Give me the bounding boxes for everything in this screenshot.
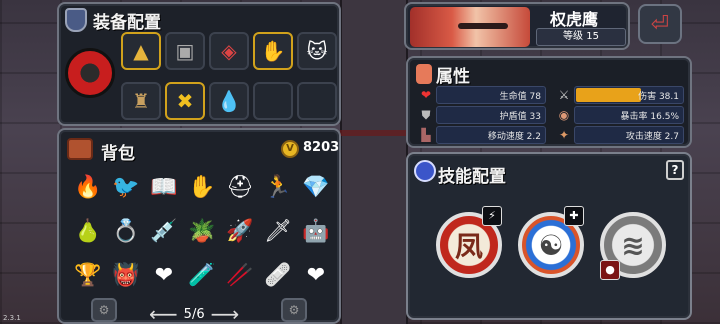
backpack-item[interactable]: 🏃 [261, 170, 295, 204]
backpack-item[interactable]: ❤ [299, 258, 333, 292]
armor-icon [65, 8, 87, 32]
character-figure-icon: ♜ [132, 89, 150, 113]
next-page-arrow-icon[interactable]: ⟶ [211, 302, 240, 324]
exit-button[interactable]: ⏎ [638, 4, 682, 44]
page-indicator: 5/6 [183, 306, 205, 322]
red-gauntlet-icon[interactable] [65, 48, 115, 98]
background-wall [340, 0, 408, 324]
backpack-item[interactable]: 🧪 [185, 258, 219, 292]
backpack-title: 背包 [101, 144, 135, 164]
backpack-item[interactable]: 💍 [109, 214, 143, 248]
backpack-item[interactable]: 🗡 [261, 214, 295, 248]
skill-lightning-icon [414, 160, 436, 182]
equip-slot-2[interactable]: ▣ [165, 32, 205, 70]
boot-icon: ▙ [421, 128, 431, 142]
character-name: 权虎鹰 [550, 10, 599, 29]
stat-crit: ◉ 暴击率 16.5% [559, 106, 684, 124]
backpack-item[interactable]: 🪴 [185, 214, 219, 248]
backpack-item[interactable]: 🥢 [223, 258, 257, 292]
attributes-panel: 属性 ❤ 生命值 78 ⚔ 伤害 38.1 ⛊ 护盾值 33 ◉ 暴击率 16.… [406, 56, 692, 148]
skill-tag-3: ● [600, 260, 620, 280]
body-icon [416, 64, 432, 84]
equipment-panel: 装备配置 ▲ ▣ ◈ ✋ 🐱 ♜ ✖ 💧 [57, 2, 341, 126]
pyramid-icon: ▲ [133, 39, 149, 63]
backpack-item[interactable]: 💎 [299, 170, 333, 204]
backpack-item[interactable]: 💉 [147, 214, 181, 248]
equip-slot-10[interactable] [297, 82, 337, 120]
backpack-item[interactable]: 🔥 [71, 170, 105, 204]
help-button[interactable]: ? [666, 160, 684, 180]
equip-slot-8[interactable]: 💧 [209, 82, 249, 120]
skills-panel: 技能配置 ? 凤 ⚡ ☯ ✚ ≋ ● [406, 152, 692, 320]
stat-attack-speed: ✦ 攻击速度 2.7 [559, 126, 684, 144]
background-blood [340, 130, 410, 136]
version-label: 2.3.1 [3, 314, 21, 322]
heart-icon: ❤ [420, 88, 432, 102]
backpack-item[interactable]: 🩹 [261, 258, 295, 292]
attributes-title: 属性 [436, 67, 470, 87]
equip-slot-7[interactable]: ✖ [165, 82, 205, 120]
character-level: 等级 15 [536, 28, 626, 46]
equip-slot-5[interactable]: 🐱 [297, 32, 337, 70]
backpack-item[interactable]: 🚀 [223, 214, 257, 248]
equipment-title: 装备配置 [93, 13, 161, 33]
skill-tag-2: ✚ [564, 206, 584, 226]
lucky-cat-icon: 🐱 [306, 39, 328, 63]
golden-claw-icon: ✋ [260, 39, 286, 63]
stat-move-speed: ▙ 移动速度 2.2 [421, 126, 546, 144]
backpack-icon [67, 138, 93, 160]
character-portrait [410, 7, 530, 47]
character-header: 权虎鹰 等级 15 [404, 2, 630, 50]
crit-eye-icon: ◉ [558, 108, 570, 122]
coin-count: 8203 [303, 140, 340, 155]
backpack-item[interactable]: 🤖 [299, 214, 333, 248]
damage-bar [576, 88, 641, 102]
backpack-item[interactable]: 🏆 [71, 258, 105, 292]
equip-slot-6[interactable]: ♜ [121, 82, 161, 120]
backpack-item[interactable]: ✋ [185, 170, 219, 204]
skills-title: 技能配置 [438, 167, 506, 187]
backpack-item[interactable]: 📖 [147, 170, 181, 204]
machine-icon: ◈ [221, 39, 237, 63]
stat-shield: ⛊ 护盾值 33 [421, 106, 546, 124]
exit-icon: ⏎ [650, 11, 670, 37]
cassette-icon: ▣ [175, 39, 195, 63]
oil-drop-icon: 💧 [216, 89, 242, 113]
coin-icon: V [281, 140, 299, 158]
equip-slot-9[interactable] [253, 82, 293, 120]
backpack-left-button[interactable]: ⚙ [91, 298, 117, 322]
stat-damage: ⚔ 伤害 38.1 [559, 86, 684, 104]
equip-slot-1[interactable]: ▲ [121, 32, 161, 70]
skill-tag-1: ⚡ [482, 206, 502, 226]
backpack-panel: 背包 V 8203 🔥 🐦 📖 ✋ ⛑ 🏃 💎 🍐 💍 💉 🪴 🚀 🗡 🤖 🏆 … [57, 128, 341, 324]
equip-slot-4[interactable]: ✋ [253, 32, 293, 70]
backpack-right-button[interactable]: ⚙ [281, 298, 307, 322]
backpack-item[interactable]: 🐦 [109, 170, 143, 204]
backpack-item[interactable]: ❤ [147, 258, 181, 292]
stat-hp: ❤ 生命值 78 [421, 86, 546, 104]
equip-slot-3[interactable]: ◈ [209, 32, 249, 70]
prev-page-arrow-icon[interactable]: ⟵ [149, 302, 178, 324]
sword-icon: ⚔ [558, 88, 570, 102]
page-navigator: ⟵ 5/6 ⟶ [149, 302, 239, 324]
backpack-item[interactable]: 🍐 [71, 214, 105, 248]
crossed-coin-icon: ✖ [176, 89, 194, 113]
shield-icon: ⛊ [421, 107, 431, 122]
backpack-item[interactable]: ⛑ [223, 170, 257, 204]
backpack-item[interactable]: 👹 [109, 258, 143, 292]
attack-speed-icon: ✦ [558, 128, 570, 142]
